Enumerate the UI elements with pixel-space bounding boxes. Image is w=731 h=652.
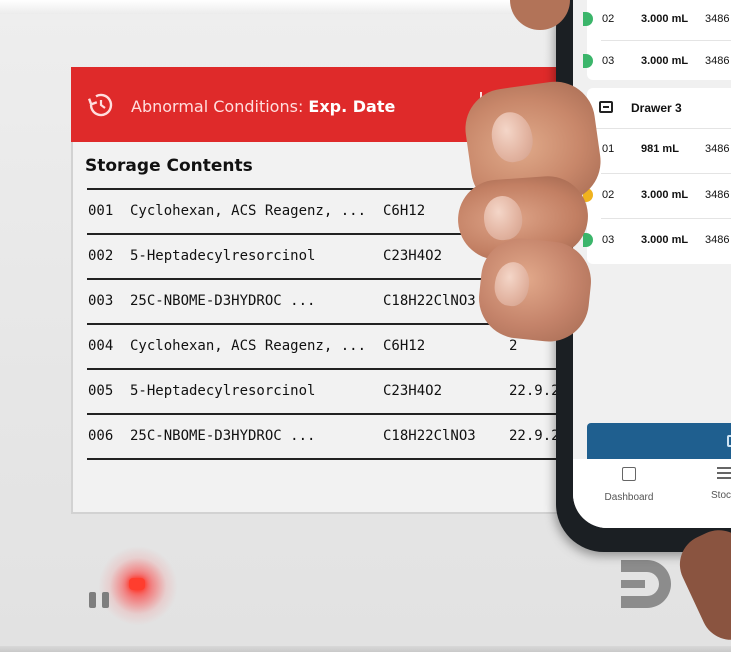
divider	[601, 173, 731, 174]
item-id: 3486	[705, 143, 730, 155]
row-name: 25C-NBOME-D3HYDROC ...	[130, 428, 316, 444]
row-number: 004	[88, 338, 114, 354]
status-dot-green	[583, 12, 593, 26]
alert-prefix: Abnormal Conditions:	[131, 97, 304, 116]
drawer-card-top: 02 3.000 mL 3486 03 3.000 mL 3486	[583, 0, 731, 82]
item-index: 01	[602, 143, 615, 155]
item-id: 3486	[705, 189, 730, 201]
row-formula: C18H22ClNO3	[383, 293, 476, 309]
divider	[601, 40, 731, 41]
row-name: 25C-NBOME-D3HYDROC ...	[130, 293, 316, 309]
alert-text: Abnormal Conditions: Exp. Date	[131, 97, 395, 116]
sensor-slot	[102, 592, 109, 608]
item-index: 02	[602, 13, 615, 25]
list-item[interactable]: 03 3.000 mL 3486	[583, 221, 731, 261]
item-volume: 3.000 mL	[641, 189, 689, 201]
drawer-icon	[599, 101, 613, 113]
item-index: 03	[602, 234, 615, 246]
scan-button[interactable]	[587, 423, 731, 459]
device-bottom-edge	[0, 646, 731, 652]
row-date: 2	[509, 338, 518, 354]
list-item[interactable]: 02 3.000 mL 3486	[583, 0, 731, 40]
status-led	[129, 578, 145, 590]
list-item[interactable]: 02 3.000 mL 3486	[583, 176, 731, 216]
row-number: 003	[88, 293, 114, 309]
brand-logo-icon	[621, 560, 671, 608]
row-name: Cyclohexan, ACS Reagenz, ...	[130, 203, 367, 219]
table-row: 005 5-Heptadecylresorcinol C23H4O2 22.9.…	[87, 368, 591, 413]
table-row: 006 25C-NBOME-D3HYDROC ... C18H22ClNO3 2…	[87, 413, 591, 460]
divider	[601, 218, 731, 219]
tab-dashboard[interactable]: Dashboard	[599, 467, 659, 503]
row-formula: C23H4O2	[383, 248, 443, 264]
alert-value: Exp. Date	[308, 97, 396, 116]
status-dot-green	[583, 233, 593, 247]
row-date: 22.9.2	[509, 383, 560, 399]
drawer-card: Drawer 3 01 981 mL 3486 02 3.000 mL 3486…	[583, 88, 731, 264]
drawer-header[interactable]: Drawer 3	[587, 88, 731, 129]
tab-dashboard-label: Dashboard	[604, 492, 654, 503]
item-id: 3486	[705, 55, 730, 67]
list-item[interactable]: 03 3.000 mL 3486	[583, 42, 731, 82]
chart-icon	[622, 467, 636, 481]
list-icon	[717, 467, 731, 479]
item-volume: 981 mL	[641, 143, 679, 155]
item-index: 03	[602, 55, 615, 67]
scan-icon	[727, 435, 731, 447]
item-id: 3486	[705, 234, 730, 246]
tab-stock-label: Stoc	[711, 490, 731, 501]
row-name: 5-Heptadecylresorcinol	[130, 383, 316, 399]
row-number: 006	[88, 428, 114, 444]
drawer-title: Drawer 3	[631, 101, 682, 115]
row-formula: C18H22ClNO3	[383, 428, 476, 444]
tab-stock[interactable]: Stoc	[711, 467, 731, 501]
row-number: 002	[88, 248, 114, 264]
row-name: 5-Heptadecylresorcinol	[130, 248, 316, 264]
row-number: 001	[88, 203, 114, 219]
list-item[interactable]: 01 981 mL 3486	[583, 130, 731, 170]
item-volume: 3.000 mL	[641, 234, 689, 246]
bottom-tab-bar: Dashboard Stoc	[573, 459, 731, 528]
row-formula: C6H12	[383, 338, 426, 354]
item-index: 02	[602, 189, 615, 201]
item-volume: 3.000 mL	[641, 13, 689, 25]
row-formula: C23H4O2	[383, 383, 443, 399]
phone-screen: 02 3.000 mL 3486 03 3.000 mL 3486 Drawer…	[573, 0, 731, 528]
item-volume: 3.000 mL	[641, 55, 689, 67]
finger	[475, 234, 595, 346]
item-id: 3486	[705, 13, 730, 25]
row-formula: C6H12	[383, 203, 426, 219]
sensor-slot	[89, 592, 96, 608]
storage-contents-title: Storage Contents	[85, 156, 253, 176]
clock-reset-icon	[88, 93, 113, 117]
row-number: 005	[88, 383, 114, 399]
row-name: Cyclohexan, ACS Reagenz, ...	[130, 338, 367, 354]
status-dot-green	[583, 54, 593, 68]
